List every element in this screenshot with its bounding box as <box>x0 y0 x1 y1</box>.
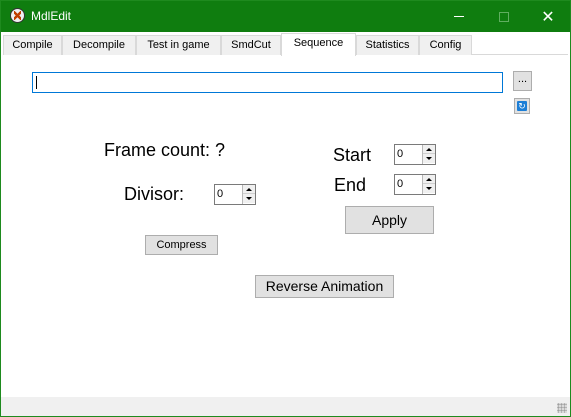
browse-button[interactable]: ... <box>513 71 532 91</box>
arrow-down-icon <box>426 157 432 160</box>
title-bar[interactable]: MdlEdit ✕ <box>1 1 570 32</box>
tab-compile[interactable]: Compile <box>3 35 62 55</box>
file-path-input[interactable] <box>32 72 503 93</box>
end-label: End <box>334 175 367 195</box>
arrow-up-icon <box>246 187 252 191</box>
start-spinner[interactable]: 0 <box>394 144 436 165</box>
end-value: 0 <box>397 178 404 190</box>
compress-button[interactable]: Compress <box>145 235 218 255</box>
mdledit-window: MdlEdit ✕ Compile Decompile Test in game… <box>0 0 571 417</box>
end-spinner[interactable]: 0 <box>394 174 436 195</box>
divisor-decrement-button[interactable] <box>243 194 255 203</box>
start-label: Start <box>333 145 372 165</box>
divisor-label: Divisor: <box>124 184 185 204</box>
end-decrement-button[interactable] <box>423 184 435 193</box>
end-increment-button[interactable] <box>423 175 435 184</box>
reverse-animation-button[interactable]: Reverse Animation <box>255 275 394 298</box>
divisor-value: 0 <box>217 188 224 200</box>
arrow-down-icon <box>246 197 252 200</box>
tab-sequence[interactable]: Sequence <box>281 33 356 56</box>
text-caret <box>36 76 37 89</box>
divisor-increment-button[interactable] <box>243 185 255 194</box>
refresh-icon: ↻ <box>517 101 527 111</box>
start-spinner-arrows <box>422 145 435 164</box>
refresh-button[interactable]: ↻ <box>514 98 530 114</box>
divisor-spinner[interactable]: 0 <box>214 184 256 205</box>
start-decrement-button[interactable] <box>423 154 435 163</box>
tab-strip: Compile Decompile Test in game SmdCut Se… <box>3 33 568 56</box>
arrow-up-icon <box>426 177 432 181</box>
start-increment-button[interactable] <box>423 145 435 154</box>
start-value: 0 <box>397 148 404 160</box>
maximize-button[interactable] <box>481 1 527 32</box>
tab-smdcut[interactable]: SmdCut <box>221 35 281 55</box>
apply-button[interactable]: Apply <box>345 206 434 234</box>
close-button[interactable]: ✕ <box>525 1 571 32</box>
tab-config[interactable]: Config <box>419 35 472 55</box>
maximize-icon <box>499 11 509 22</box>
resize-grip-icon[interactable] <box>557 403 567 413</box>
arrow-up-icon <box>426 147 432 151</box>
tab-test-in-game[interactable]: Test in game <box>136 35 221 55</box>
tab-decompile[interactable]: Decompile <box>62 35 136 55</box>
minimize-button[interactable] <box>436 1 482 32</box>
window-title: MdlEdit <box>31 9 72 23</box>
app-icon <box>10 8 25 23</box>
divisor-spinner-arrows <box>242 185 255 204</box>
minimize-icon <box>454 16 464 17</box>
end-spinner-arrows <box>422 175 435 194</box>
frame-count-label: Frame count: ? <box>104 140 226 160</box>
status-strip <box>1 397 570 416</box>
arrow-down-icon <box>426 187 432 190</box>
close-icon: ✕ <box>541 8 555 26</box>
tab-statistics[interactable]: Statistics <box>356 35 419 55</box>
